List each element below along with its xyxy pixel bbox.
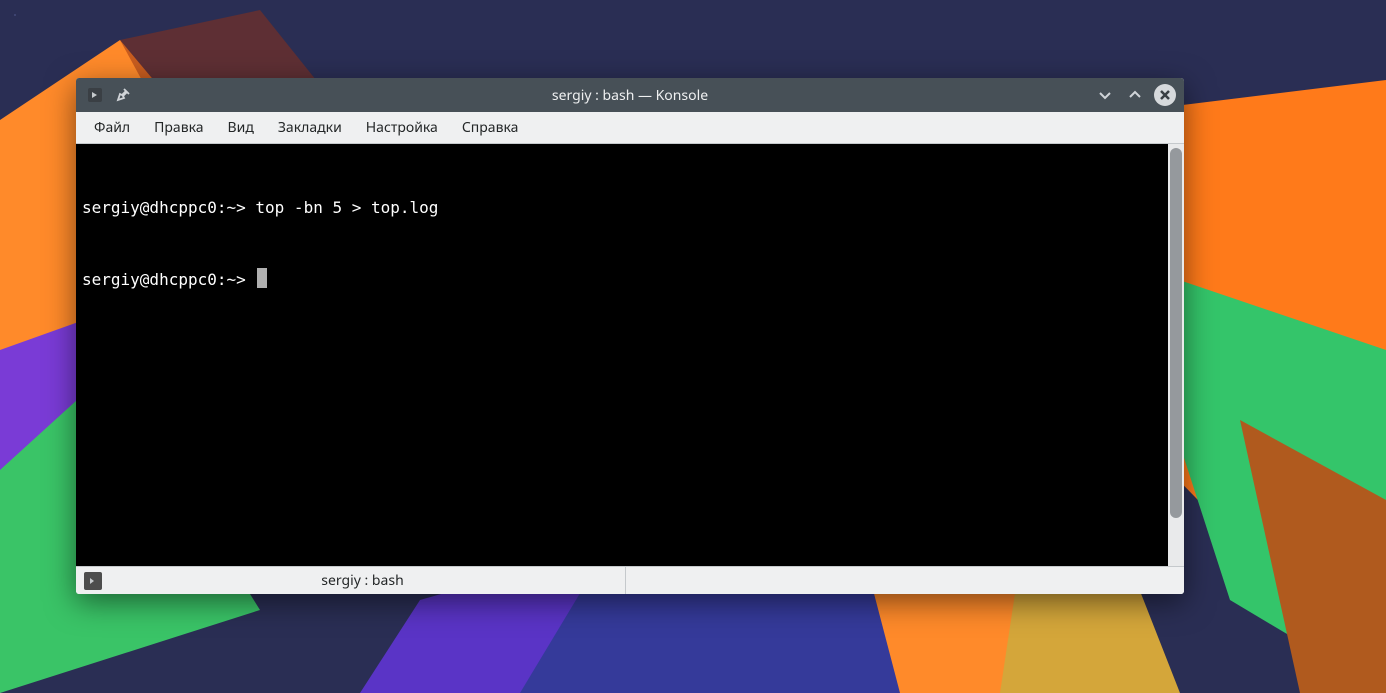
terminal-command: [246, 270, 256, 289]
menu-view[interactable]: Вид: [216, 114, 266, 141]
terminal-cursor: [257, 268, 267, 288]
terminal-prompt: sergiy@dhcppc0:~>: [82, 270, 246, 289]
menu-edit[interactable]: Правка: [142, 114, 215, 141]
tab-session-1[interactable]: sergiy : bash: [76, 567, 626, 594]
menu-settings[interactable]: Настройка: [354, 114, 450, 141]
terminal-prompt: sergiy@dhcppc0:~>: [82, 198, 246, 217]
terminal-area: sergiy@dhcppc0:~> top -bn 5 > top.log se…: [76, 144, 1184, 566]
titlebar[interactable]: sergiy : bash — Konsole: [76, 78, 1184, 112]
minimize-icon[interactable]: [1094, 84, 1116, 106]
terminal-line: sergiy@dhcppc0:~>: [82, 268, 1162, 292]
tabbar: sergiy : bash: [76, 566, 1184, 594]
tab-label: sergiy : bash: [108, 571, 617, 590]
konsole-window: sergiy : bash — Konsole Файл Правка Вид …: [76, 78, 1184, 594]
pin-icon[interactable]: [112, 84, 134, 106]
terminal-scrollbar[interactable]: [1168, 144, 1184, 566]
menu-help[interactable]: Справка: [450, 114, 531, 141]
window-title: sergiy : bash — Konsole: [76, 86, 1184, 105]
menu-file[interactable]: Файл: [82, 114, 142, 141]
menubar: Файл Правка Вид Закладки Настройка Справ…: [76, 112, 1184, 144]
terminal-line: sergiy@dhcppc0:~> top -bn 5 > top.log: [82, 196, 1162, 220]
close-icon[interactable]: [1154, 84, 1176, 106]
menu-bookmarks[interactable]: Закладки: [266, 114, 354, 141]
terminal-command: top -bn 5 > top.log: [246, 198, 439, 217]
terminal-icon: [84, 572, 102, 590]
scrollbar-thumb[interactable]: [1170, 148, 1182, 518]
app-menu-icon[interactable]: [84, 84, 106, 106]
maximize-icon[interactable]: [1124, 84, 1146, 106]
terminal[interactable]: sergiy@dhcppc0:~> top -bn 5 > top.log se…: [76, 144, 1168, 566]
